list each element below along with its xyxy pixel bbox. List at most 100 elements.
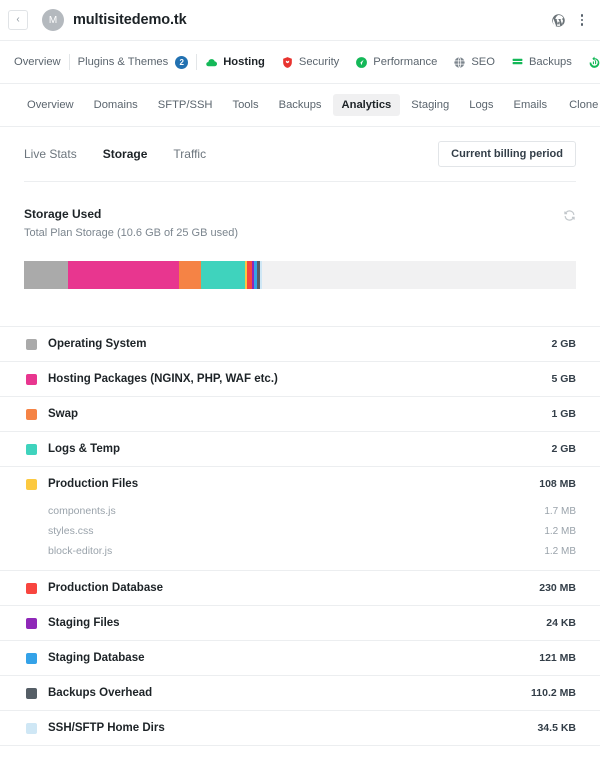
- legend-group: Staging Files 24 KB: [0, 606, 600, 641]
- nav-item-insights[interactable]: Insights: [580, 41, 600, 83]
- nav-label-performance: Performance: [373, 56, 438, 68]
- legend-value: 108 MB: [539, 478, 576, 490]
- legend-label: Production Files: [48, 478, 139, 490]
- plugins-update-badge: 2: [175, 55, 189, 69]
- legend-group: SSH/SFTP Home Dirs 34.5 KB: [0, 711, 600, 746]
- storage-used-subtitle: Total Plan Storage (10.6 GB of 25 GB use…: [24, 227, 239, 239]
- legend-group: Operating System 2 GB: [0, 327, 600, 362]
- legend-color-swatch: [26, 687, 37, 699]
- nav-item-security[interactable]: Security: [273, 41, 347, 83]
- legend-group: Logs & Temp 2 GB: [0, 432, 600, 467]
- tab-backups[interactable]: Backups: [270, 94, 331, 116]
- primary-nav: Overview Plugins & Themes 2 Hosting Secu…: [0, 40, 600, 84]
- wordpress-icon[interactable]: [551, 13, 566, 28]
- tab-analytics[interactable]: Analytics: [332, 94, 401, 116]
- bar-segment[interactable]: [24, 261, 69, 289]
- legend-sub-value: 1.7 MB: [544, 505, 576, 517]
- subtab-storage[interactable]: Storage: [103, 147, 148, 161]
- legend-row[interactable]: Logs & Temp 2 GB: [0, 432, 600, 466]
- legend-sub-spacer: [0, 561, 600, 570]
- bar-segment[interactable]: [259, 261, 262, 289]
- tab-emails[interactable]: Emails: [505, 94, 557, 116]
- nav-item-performance[interactable]: Performance: [347, 41, 445, 83]
- insights-icon: [588, 56, 600, 69]
- subtab-traffic[interactable]: Traffic: [173, 147, 206, 161]
- legend-row[interactable]: Hosting Packages (NGINX, PHP, WAF etc.) 5…: [0, 362, 600, 396]
- legend-row[interactable]: SSH/SFTP Home Dirs 34.5 KB: [0, 711, 600, 745]
- bar-segment[interactable]: [178, 261, 201, 289]
- subtab-live-stats[interactable]: Live Stats: [24, 147, 77, 161]
- legend-row[interactable]: Staging Database 121 MB: [0, 641, 600, 675]
- legend-row[interactable]: Swap 1 GB: [0, 397, 600, 431]
- page-title: multisitedemo.tk: [73, 12, 187, 28]
- bar-segment[interactable]: [68, 261, 179, 289]
- legend-color-swatch: [26, 478, 37, 490]
- legend-row[interactable]: Operating System 2 GB: [0, 327, 600, 361]
- legend-color-swatch: [26, 617, 37, 629]
- nav-item-hosting[interactable]: Hosting: [197, 41, 273, 83]
- shield-icon: [281, 56, 294, 69]
- nav-item-overview[interactable]: Overview: [6, 41, 69, 83]
- nav-label-security: Security: [298, 56, 340, 68]
- legend-label: Logs & Temp: [48, 443, 120, 455]
- legend-value: 1 GB: [551, 408, 576, 420]
- tab-sftp-ssh[interactable]: SFTP/SSH: [149, 94, 222, 116]
- legend-row[interactable]: Production Files 108 MB: [0, 467, 600, 501]
- bar-spacer: [24, 289, 576, 326]
- cloud-icon: [205, 56, 218, 69]
- legend-label: Operating System: [48, 338, 147, 350]
- legend-group: Production Files 108 MB components.js 1.7 M…: [0, 467, 600, 571]
- kebab-menu-icon[interactable]: [574, 11, 590, 29]
- nav-label-seo: SEO: [471, 56, 495, 68]
- speedometer-icon: [355, 56, 368, 69]
- legend-sub-row[interactable]: components.js 1.7 MB: [0, 501, 600, 521]
- tab-overview[interactable]: Overview: [18, 94, 83, 116]
- legend-sub-row[interactable]: styles.css 1.2 MB: [0, 521, 600, 541]
- bar-segment[interactable]: [200, 261, 245, 289]
- tab-tools[interactable]: Tools: [223, 94, 267, 116]
- storage-stacked-bar: [24, 261, 576, 289]
- legend-value: 34.5 KB: [537, 722, 576, 734]
- storage-card: Storage Used Total Plan Storage (10.6 GB…: [0, 182, 600, 326]
- nav-label-hosting: Hosting: [223, 56, 265, 68]
- storage-legend-list: Operating System 2 GB Hosting Packages (NG…: [0, 326, 600, 746]
- current-billing-period-button[interactable]: Current billing period: [438, 141, 576, 167]
- legend-sub-value: 1.2 MB: [544, 525, 576, 537]
- legend-color-swatch: [26, 722, 37, 734]
- legend-row[interactable]: Production Database 230 MB: [0, 571, 600, 605]
- legend-row[interactable]: Staging Files 24 KB: [0, 606, 600, 640]
- sub-tabs: Live Stats Storage Traffic Current billi…: [0, 127, 600, 181]
- legend-label: Staging Files: [48, 617, 120, 629]
- legend-group: Staging Database 121 MB: [0, 641, 600, 676]
- globe-icon: [453, 56, 466, 69]
- legend-label: Swap: [48, 408, 79, 420]
- tab-domains[interactable]: Domains: [85, 94, 147, 116]
- legend-sub-row[interactable]: block-editor.js 1.2 MB: [0, 541, 600, 561]
- legend-value: 5 GB: [551, 373, 576, 385]
- tab-logs[interactable]: Logs: [460, 94, 502, 116]
- legend-value: 110.2 MB: [531, 687, 576, 699]
- legend-sub-label: components.js: [48, 505, 116, 517]
- legend-color-swatch: [26, 582, 37, 594]
- avatar: M: [42, 9, 64, 31]
- refresh-icon[interactable]: [563, 209, 576, 222]
- legend-row[interactable]: Backups Overhead 110.2 MB: [0, 676, 600, 710]
- legend-group: Hosting Packages (NGINX, PHP, WAF etc.) 5…: [0, 362, 600, 397]
- legend-label: Hosting Packages (NGINX, PHP, WAF etc.): [48, 373, 278, 385]
- nav-label-plugins-themes: Plugins & Themes: [77, 56, 169, 68]
- legend-sub-value: 1.2 MB: [544, 545, 576, 557]
- top-bar: ‹ M multisitedemo.tk: [0, 0, 600, 40]
- legend-label: Backups Overhead: [48, 687, 153, 699]
- back-button[interactable]: ‹: [8, 10, 28, 30]
- legend-group: Swap 1 GB: [0, 397, 600, 432]
- tab-clone[interactable]: Clone: [560, 94, 600, 116]
- legend-color-swatch: [26, 338, 37, 350]
- nav-label-overview: Overview: [14, 56, 61, 68]
- legend-color-swatch: [26, 373, 37, 385]
- legend-group: Production Database 230 MB: [0, 571, 600, 606]
- nav-item-seo[interactable]: SEO: [445, 41, 503, 83]
- nav-item-backups[interactable]: Backups: [503, 41, 580, 83]
- nav-label-backups: Backups: [528, 56, 572, 68]
- nav-item-plugins-themes[interactable]: Plugins & Themes 2: [70, 41, 197, 83]
- tab-staging[interactable]: Staging: [402, 94, 458, 116]
